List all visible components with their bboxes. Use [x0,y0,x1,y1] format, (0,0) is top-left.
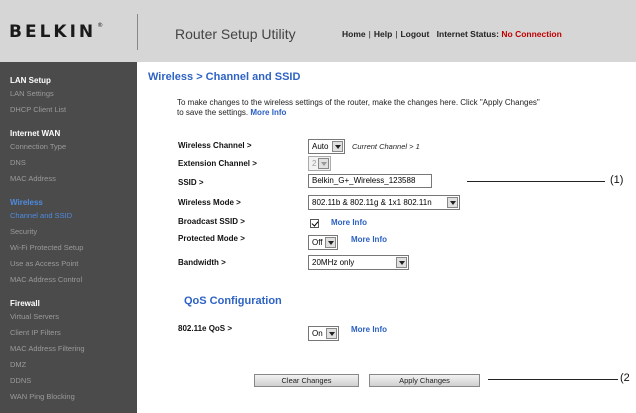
qos-section-title: QoS Configuration [184,295,282,307]
sidebar-section-wireless: Wireless [10,198,43,207]
protected-mode-more-info-link[interactable]: More Info [351,235,387,244]
logout-link[interactable]: Logout [400,29,429,39]
help-link[interactable]: Help [374,29,392,39]
wireless-mode-label: Wireless Mode > [178,198,241,207]
sidebar-item-lan-settings[interactable]: LAN Settings [0,86,137,102]
home-link[interactable]: Home [342,29,366,39]
chevron-down-icon [332,141,343,152]
internet-status-label: Internet Status: [436,29,499,39]
bandwidth-select[interactable]: 20MHz only [308,255,409,270]
qos-label: 802.11e QoS > [178,324,233,333]
extension-channel-select[interactable]: 2 [308,156,331,171]
belkin-logo: BELKIN® [9,22,104,42]
sidebar-item-mac-address-filtering[interactable]: MAC Address Filtering [0,341,137,357]
main-panel: Wireless > Channel and SSID To make chan… [137,62,636,413]
header-nav: Home | Help | Logout Internet Status: No Con… [342,29,562,39]
wireless-channel-label: Wireless Channel > [178,141,252,150]
sidebar-item-ddns[interactable]: DDNS [0,373,137,389]
sidebar-item-wifi-protected-setup[interactable]: Wi-Fi Protected Setup [0,240,137,256]
sidebar-section-internet-wan: Internet WAN [10,129,61,138]
protected-mode-label: Protected Mode > [178,234,245,243]
intro-more-info-link[interactable]: More Info [250,108,286,117]
chevron-down-icon [396,257,407,268]
apply-changes-button[interactable]: Apply Changes [369,374,480,387]
sidebar-section-lan-setup: LAN Setup [10,76,51,85]
callout-label-1: (1) [610,174,624,186]
broadcast-ssid-label: Broadcast SSID > [178,217,245,226]
sidebar-item-dmz[interactable]: DMZ [0,357,137,373]
protected-mode-select[interactable]: Off [308,235,338,250]
chevron-down-icon [326,328,337,339]
callout-line-1 [467,181,605,182]
broadcast-ssid-checkbox[interactable] [310,219,319,228]
sidebar-item-security[interactable]: Security [0,224,137,240]
page-title: Wireless > Channel and SSID [148,71,301,83]
callout-line-2 [488,379,618,380]
wireless-channel-select[interactable]: Auto [308,139,345,154]
sidebar-item-virtual-servers[interactable]: Virtual Servers [0,309,137,325]
header-bar: BELKIN® Router Setup Utility Home | Help | L… [0,0,636,62]
chevron-down-icon [447,197,458,208]
intro-text: To make changes to the wireless settings… [177,98,540,117]
header-divider [137,14,138,50]
sidebar-nav: LAN Setup LAN Settings DHCP Client List … [0,62,137,413]
extension-channel-label: Extension Channel > [178,159,257,168]
callout-label-2: (2 [620,372,630,384]
sidebar-item-connection-type[interactable]: Connection Type [0,139,137,155]
sidebar-item-use-as-access-point[interactable]: Use as Access Point [0,256,137,272]
sidebar-item-wan-ping-blocking[interactable]: WAN Ping Blocking [0,389,137,405]
sidebar-item-mac-address[interactable]: MAC Address [0,171,137,187]
internet-status-value: No Connection [501,29,562,39]
sidebar-item-dns[interactable]: DNS [0,155,137,171]
qos-select[interactable]: On [308,326,339,341]
bandwidth-label: Bandwidth > [178,258,226,267]
sidebar-item-channel-and-ssid[interactable]: Channel and SSID [0,208,137,224]
chevron-down-icon [318,158,329,169]
ssid-input[interactable]: Belkin_G+_Wireless_123588 [308,174,432,188]
qos-more-info-link[interactable]: More Info [351,325,387,334]
sidebar-item-mac-address-control[interactable]: MAC Address Control [0,272,137,288]
chevron-down-icon [325,237,336,248]
sidebar-item-dhcp-client-list[interactable]: DHCP Client List [0,102,137,118]
broadcast-ssid-more-info-link[interactable]: More Info [331,218,367,227]
sidebar-section-firewall: Firewall [10,299,40,308]
clear-changes-button[interactable]: Clear Changes [254,374,359,387]
sidebar-item-client-ip-filters[interactable]: Client IP Filters [0,325,137,341]
wireless-mode-select[interactable]: 802.11b & 802.11g & 1x1 802.11n [308,195,460,210]
app-title: Router Setup Utility [175,26,296,42]
current-channel-note: Current Channel > 1 [352,142,420,151]
ssid-label: SSID > [178,178,204,187]
